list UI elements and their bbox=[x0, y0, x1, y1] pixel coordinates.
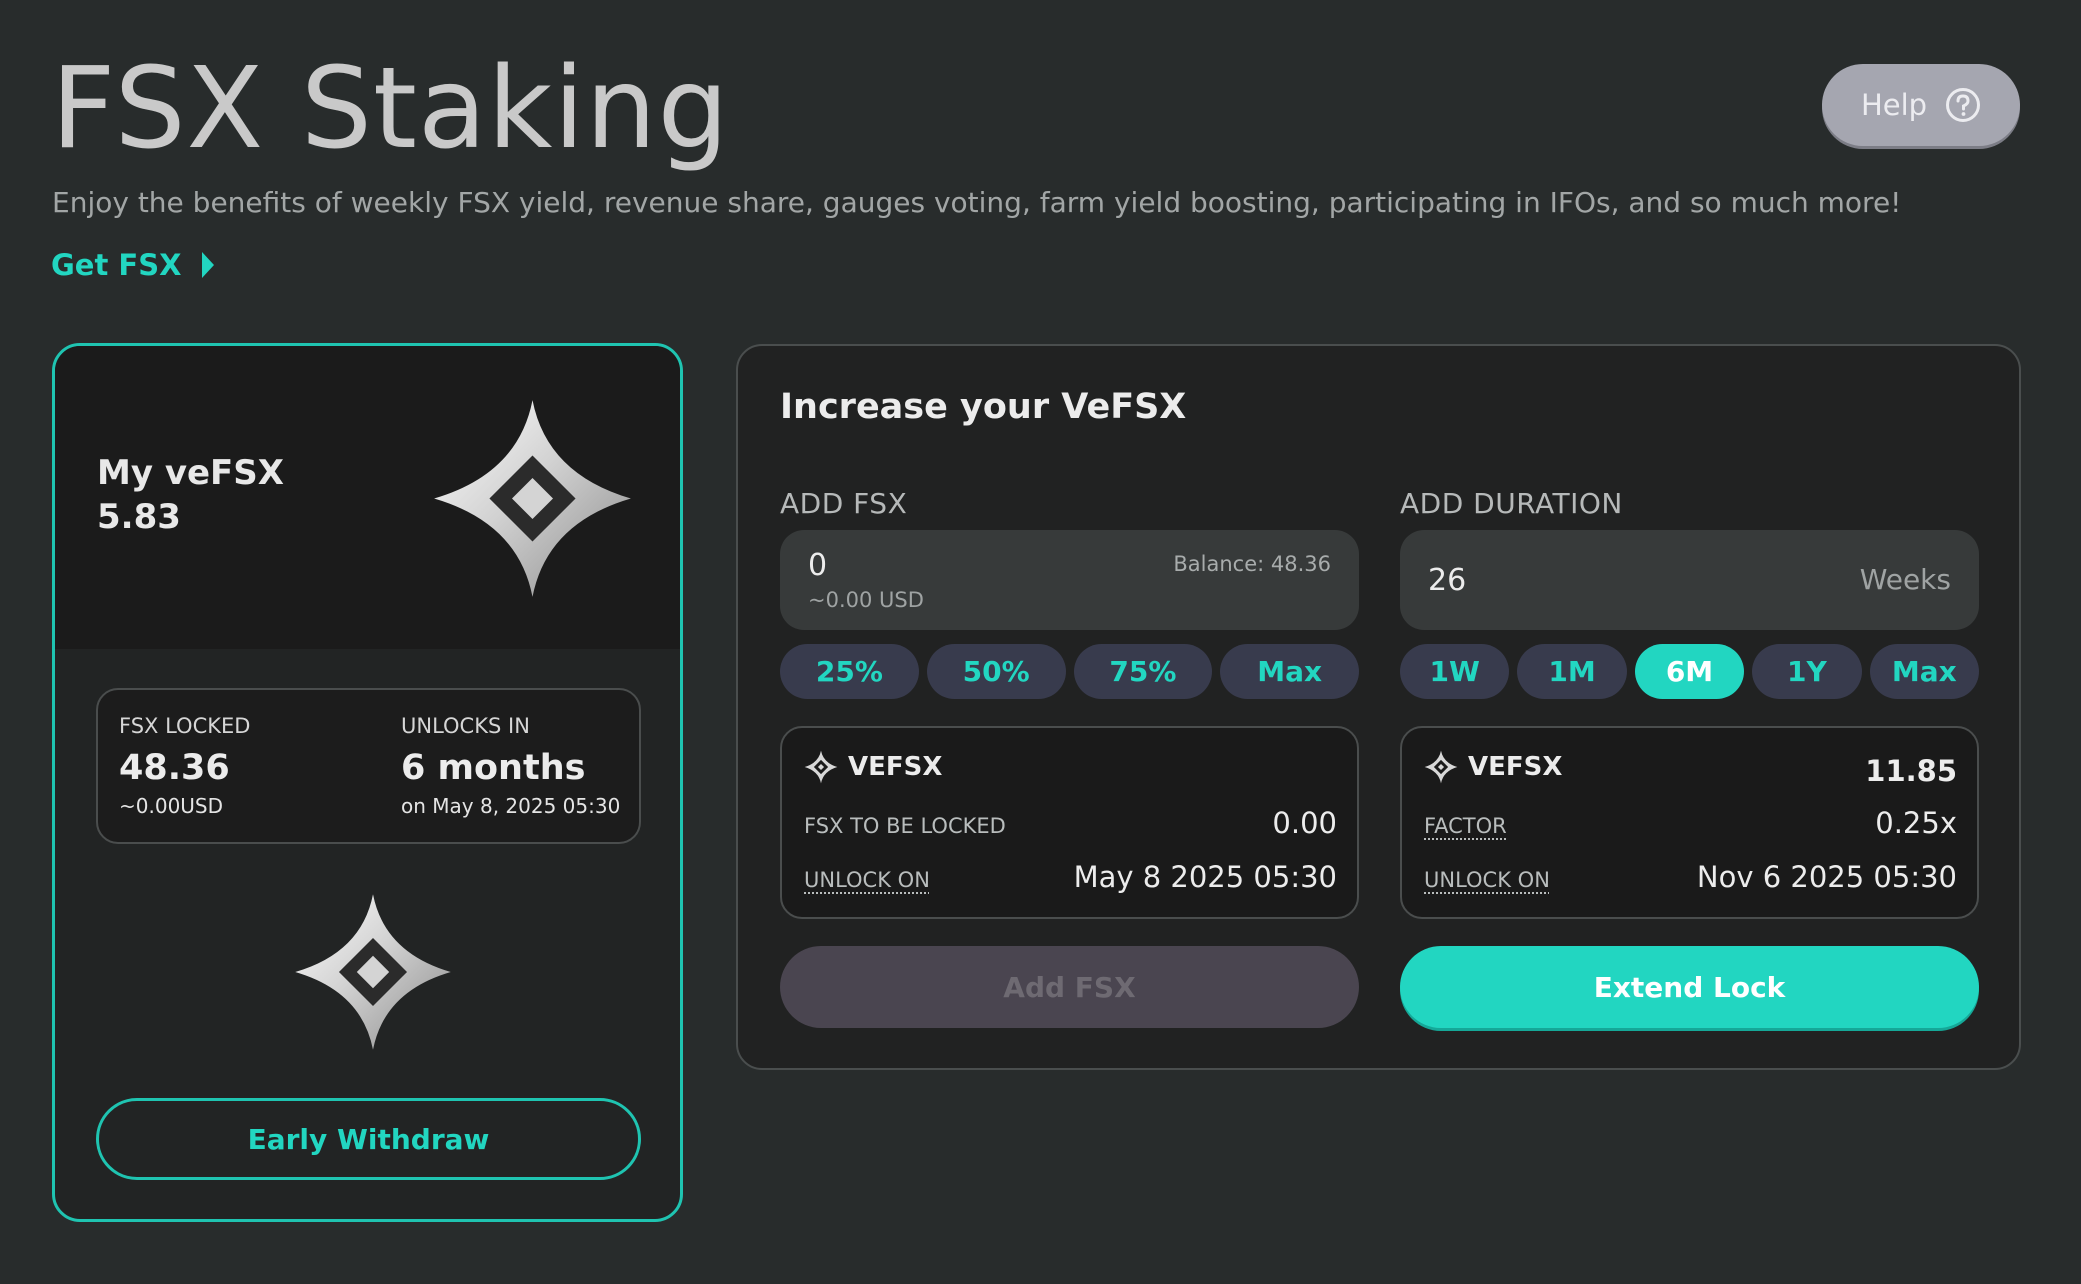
chip-50-percent[interactable]: 50% bbox=[926, 644, 1066, 699]
fsx-balance: Balance: 48.36 bbox=[1173, 552, 1331, 576]
get-fsx-link[interactable]: Get FSX bbox=[51, 248, 216, 282]
page-title: FSX Staking bbox=[51, 44, 730, 174]
get-fsx-label: Get FSX bbox=[51, 248, 182, 282]
duration-unit: Weeks bbox=[1859, 563, 1951, 596]
chip-1y[interactable]: 1Y bbox=[1752, 644, 1862, 699]
factor-label[interactable]: FACTOR bbox=[1424, 814, 1507, 838]
early-withdraw-button[interactable]: Early Withdraw bbox=[96, 1098, 641, 1180]
fsx-locked-usd: ~0.00USD bbox=[119, 794, 224, 818]
chip-25-percent[interactable]: 25% bbox=[780, 644, 919, 699]
my-vefsx-value: 5.83 bbox=[97, 497, 181, 537]
chip-max-duration[interactable]: Max bbox=[1869, 644, 1980, 699]
chip-max-amount[interactable]: Max bbox=[1220, 644, 1359, 699]
vefsx-title: VEFSX bbox=[1468, 752, 1563, 782]
chip-1m[interactable]: 1M bbox=[1517, 644, 1627, 699]
vefsx-title: VEFSX bbox=[848, 752, 943, 782]
unlocks-in-label: UNLOCKS IN bbox=[401, 714, 530, 738]
add-duration-summary: VEFSX 11.85 FACTOR 0.25x UNLOCK ON Nov 6… bbox=[1400, 726, 1979, 919]
help-button[interactable]: Help bbox=[1822, 64, 2020, 146]
chip-6m[interactable]: 6M bbox=[1634, 644, 1745, 699]
add-duration-heading: ADD DURATION bbox=[1400, 487, 1623, 520]
add-fsx-summary: VEFSX FSX TO BE LOCKED 0.00 UNLOCK ON Ma… bbox=[780, 726, 1359, 919]
locked-info-box: FSX LOCKED 48.36 ~0.00USD UNLOCKS IN 6 m… bbox=[96, 688, 641, 844]
vefsx-icon bbox=[1424, 750, 1458, 784]
add-fsx-button[interactable]: Add FSX bbox=[780, 946, 1359, 1028]
duration-input[interactable]: 26 Weeks bbox=[1400, 530, 1979, 630]
fsx-to-be-locked-label: FSX TO BE LOCKED bbox=[804, 814, 1006, 838]
extend-lock-button[interactable]: Extend Lock bbox=[1400, 946, 1979, 1028]
fsx-star-logo bbox=[430, 396, 635, 601]
fsx-locked-value: 48.36 bbox=[119, 748, 230, 788]
unlocks-in-value: 6 months bbox=[401, 748, 586, 788]
help-label: Help bbox=[1860, 88, 1928, 122]
my-vefsx-header: My veFSX 5.83 bbox=[55, 346, 680, 649]
percent-chips: 25% 50% 75% Max bbox=[780, 644, 1359, 699]
duration-chips: 1W 1M 6M 1Y Max bbox=[1400, 644, 1980, 699]
vefsx-projected-value: 11.85 bbox=[1865, 754, 1957, 788]
my-vefsx-card: My veFSX 5.83 FSX LOCKED 48.36 ~0.00USD … bbox=[52, 343, 683, 1222]
unlock-on-value: Nov 6 2025 05:30 bbox=[1696, 860, 1957, 894]
fsx-locked-label: FSX LOCKED bbox=[119, 714, 251, 738]
chip-1w[interactable]: 1W bbox=[1400, 644, 1510, 699]
add-fsx-heading: ADD FSX bbox=[780, 487, 908, 520]
fsx-amount-value[interactable]: 0 bbox=[808, 548, 827, 583]
factor-value: 0.25x bbox=[1875, 806, 1957, 840]
page-subtitle: Enjoy the benefits of weekly FSX yield, … bbox=[52, 186, 1902, 219]
fsx-to-be-locked-value: 0.00 bbox=[1272, 806, 1337, 840]
unlocks-date: on May 8, 2025 05:30 bbox=[401, 794, 621, 818]
vefsx-icon bbox=[804, 750, 838, 784]
fsx-amount-usd: ~0.00 USD bbox=[808, 588, 924, 612]
unlock-on-value: May 8 2025 05:30 bbox=[1073, 860, 1337, 894]
help-circle-icon bbox=[1946, 88, 1981, 122]
fsx-star-logo bbox=[292, 891, 454, 1053]
add-duration-column: ADD DURATION 26 Weeks 1W 1M 6M 1Y Max VE… bbox=[1400, 346, 1980, 1068]
increase-vefsx-card: Increase your VeFSX ADD FSX 0 ~0.00 USD … bbox=[736, 344, 2021, 1070]
chip-75-percent[interactable]: 75% bbox=[1073, 644, 1213, 699]
duration-value[interactable]: 26 bbox=[1428, 563, 1466, 598]
my-vefsx-label: My veFSX bbox=[97, 453, 284, 493]
chevron-right-icon bbox=[201, 252, 214, 278]
unlock-on-label[interactable]: UNLOCK ON bbox=[1424, 868, 1550, 892]
unlock-on-label[interactable]: UNLOCK ON bbox=[804, 868, 930, 892]
add-fsx-column: ADD FSX 0 ~0.00 USD Balance: 48.36 25% 5… bbox=[780, 346, 1359, 1068]
fsx-amount-input[interactable]: 0 ~0.00 USD Balance: 48.36 bbox=[780, 530, 1359, 630]
